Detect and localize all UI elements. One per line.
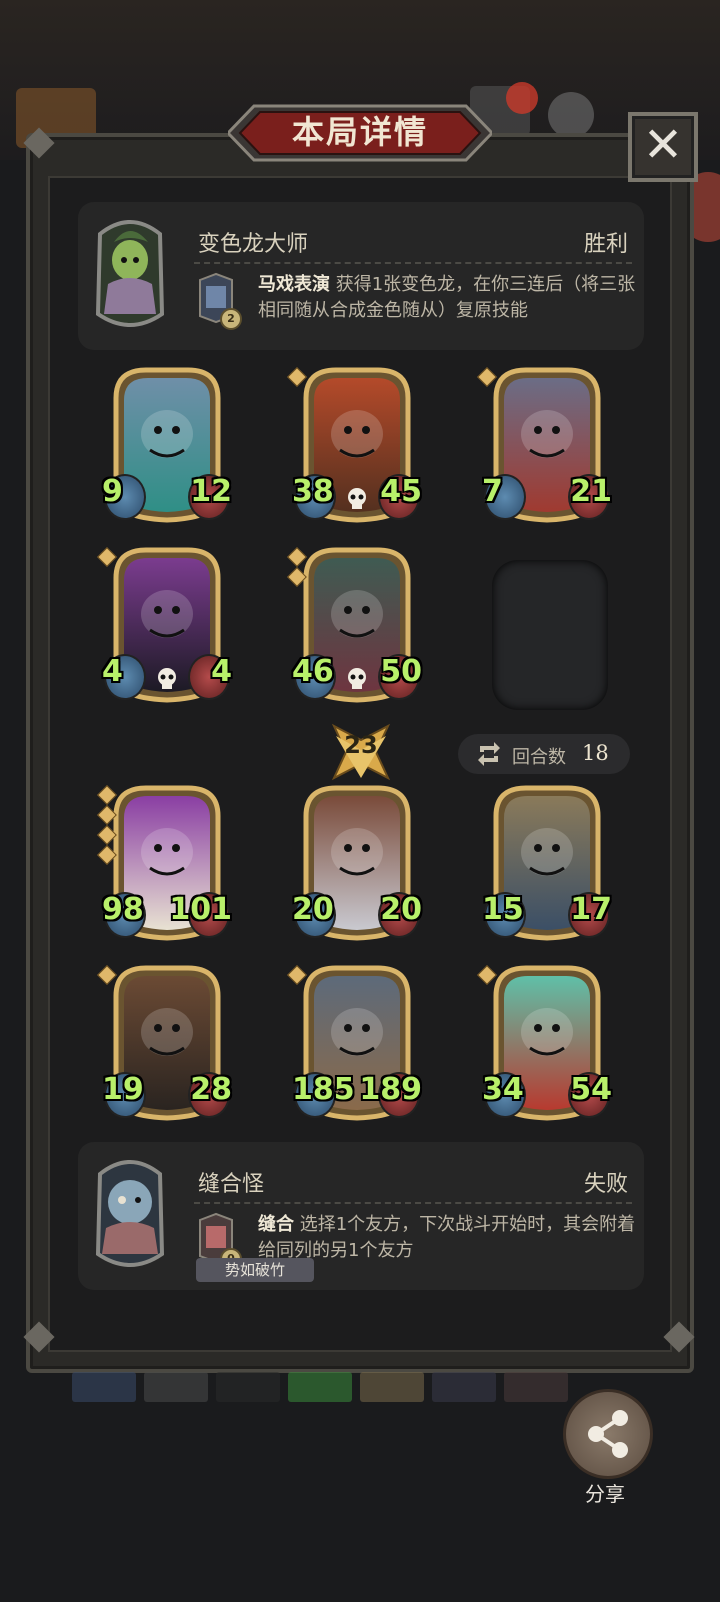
tier-marker-icon: [287, 567, 307, 587]
share-label: 分享: [585, 1482, 625, 1506]
opponent-hero-section: 缝合怪 失败 0 缝合 选择1个友方，下次战斗开始时，其会附着给同列的另1个友方…: [78, 1142, 644, 1290]
background-card-strip: [72, 1372, 632, 1402]
player-hero-portrait[interactable]: [92, 214, 168, 332]
minion-card[interactable]: 9 12: [102, 364, 232, 524]
tier-marker-icon: [97, 825, 117, 845]
page-title: 本局详情: [291, 113, 428, 151]
tier-marker-icon: [97, 845, 117, 865]
opponent-result: 失败: [583, 1172, 628, 1197]
minion-health: 20: [380, 892, 422, 927]
minion-card[interactable]: 38 45: [287, 364, 422, 524]
minion-attack: 98: [102, 892, 144, 927]
skull-icon: [154, 666, 180, 692]
close-icon: ✕: [642, 117, 684, 173]
hero-power-name: 马戏表演: [258, 274, 330, 295]
player-result: 胜利: [583, 232, 628, 257]
minion-health: 54: [570, 1072, 612, 1107]
minion-health: 50: [380, 654, 422, 689]
minion-health: 4: [211, 654, 232, 689]
background-gear-icon: [548, 92, 594, 138]
tier-marker-icon: [287, 367, 307, 387]
minion-attack: 34: [482, 1072, 524, 1107]
golden-tier-markers: [477, 965, 497, 988]
minion-attack: 20: [292, 892, 334, 927]
tier-marker-icon: [477, 367, 497, 387]
minion-card[interactable]: 44: [97, 544, 232, 704]
background-alert-badge: [506, 82, 538, 114]
share-button[interactable]: [563, 1389, 653, 1479]
background-card: [288, 1372, 352, 1402]
hero-power-cost: 2: [220, 308, 242, 330]
minion-card[interactable]: 46 50: [287, 544, 422, 704]
minion-health: 28: [190, 1072, 232, 1107]
turn-count-label: 回合数: [512, 747, 566, 768]
hero-power-description: 缝合 选择1个友方，下次战斗开始时，其会附着给同列的另1个友方: [258, 1212, 638, 1264]
minion-card[interactable]: 15 17: [482, 782, 612, 942]
background-card: [504, 1372, 568, 1402]
minion-attack: 15: [482, 892, 524, 927]
minion-attack: 4: [102, 654, 123, 689]
minion-health: 17: [570, 892, 612, 927]
title-banner: 本局详情: [228, 104, 492, 162]
golden-tier-markers: [287, 965, 307, 988]
tavern-tier-value: 23: [344, 731, 378, 759]
minion-card[interactable]: 7 21: [477, 364, 612, 524]
minion-health: 21: [570, 474, 612, 509]
divider: [194, 262, 632, 264]
minion-card[interactable]: 34 54: [477, 962, 612, 1122]
minion-attack: 9: [102, 474, 123, 509]
background-card: [216, 1372, 280, 1402]
tier-marker-icon: [477, 965, 497, 985]
minion-card[interactable]: 19 28: [97, 962, 232, 1122]
golden-tier-markers: [97, 785, 117, 868]
opponent-hero-portrait[interactable]: [92, 1154, 168, 1272]
share-icon: [588, 1410, 628, 1458]
minion-attack: 7: [482, 474, 503, 509]
turn-count-pill: 回合数 18: [458, 734, 630, 774]
minion-attack: 185: [292, 1072, 355, 1107]
tier-marker-icon: [97, 805, 117, 825]
tier-marker-icon: [97, 785, 117, 805]
minion-attack: 46: [292, 654, 334, 689]
golden-tier-markers: [97, 547, 117, 570]
skull-icon: [344, 486, 370, 512]
turn-count-value: 18: [582, 741, 609, 765]
golden-tier-markers: [287, 367, 307, 390]
minion-card[interactable]: 185 189: [287, 962, 422, 1122]
background-card: [72, 1372, 136, 1402]
player-hero-section: 变色龙大师 胜利 2 马戏表演 获得1张变色龙，在你三连后（将三张相同随从合成金…: [78, 202, 644, 350]
opponent-tag: 势如破竹: [196, 1258, 314, 1282]
background-card: [432, 1372, 496, 1402]
tier-marker-icon: [287, 965, 307, 985]
golden-tier-markers: [97, 965, 117, 988]
tier-marker-icon: [287, 547, 307, 567]
tier-marker-icon: [97, 965, 117, 985]
tier-marker-icon: [97, 547, 117, 567]
refresh-icon: [478, 742, 500, 766]
minion-health: 12: [190, 474, 232, 509]
close-button[interactable]: ✕: [628, 112, 698, 182]
skull-icon: [344, 666, 370, 692]
minion-health: 189: [359, 1072, 422, 1107]
hero-power-name: 缝合: [258, 1214, 294, 1235]
divider: [194, 1202, 632, 1204]
golden-tier-markers: [287, 547, 307, 590]
hero-power-description: 马戏表演 获得1张变色龙，在你三连后（将三张相同随从合成金色随从）复原技能: [258, 272, 638, 324]
minion-health: 101: [169, 892, 232, 927]
minion-card[interactable]: 20 20: [292, 782, 422, 942]
minion-health: 45: [380, 474, 422, 509]
golden-tier-markers: [477, 367, 497, 390]
minion-attack: 38: [292, 474, 334, 509]
background-card: [144, 1372, 208, 1402]
player-hero-name: 变色龙大师: [198, 232, 309, 257]
opponent-hero-name: 缝合怪: [198, 1172, 265, 1197]
minion-card[interactable]: 98 101: [97, 782, 232, 942]
hero-power-desc: 选择1个友方，下次战斗开始时，其会附着给同列的另1个友方: [258, 1214, 636, 1261]
background-card: [360, 1372, 424, 1402]
minion-attack: 19: [102, 1072, 144, 1107]
empty-minion-slot: [492, 560, 608, 710]
